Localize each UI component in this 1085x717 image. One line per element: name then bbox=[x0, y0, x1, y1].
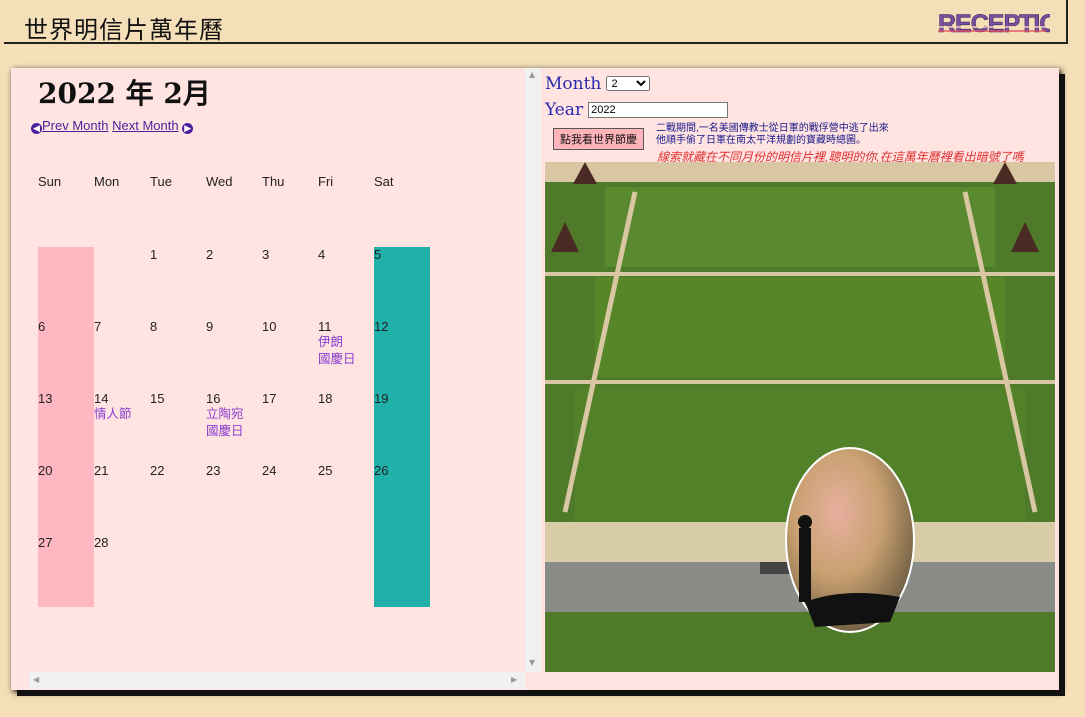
arrow-right-icon[interactable]: ▶ bbox=[182, 123, 194, 134]
day-number: 25 bbox=[318, 463, 333, 478]
calendar-day[interactable]: 22 bbox=[150, 463, 206, 535]
scroll-left-icon[interactable]: ◀ bbox=[33, 675, 39, 684]
calendar-day[interactable]: 9 bbox=[206, 319, 262, 391]
weekday-header: Wed bbox=[206, 174, 233, 189]
calendar-day[interactable]: 23 bbox=[206, 463, 262, 535]
day-number: 28 bbox=[94, 535, 109, 550]
svg-text:RECEPTION: RECEPTION bbox=[938, 10, 1050, 38]
day-number: 8 bbox=[150, 319, 158, 334]
weekday-header: Tue bbox=[150, 174, 172, 189]
calendar-day[interactable]: 1 bbox=[150, 247, 206, 319]
month-label: Month bbox=[545, 74, 602, 94]
calendar-day[interactable]: 7 bbox=[94, 319, 150, 391]
reception-logo: RECEPTION bbox=[938, 10, 1050, 39]
calendar-day[interactable]: 20 bbox=[38, 463, 94, 535]
year-input[interactable] bbox=[588, 102, 729, 118]
day-number: 23 bbox=[206, 463, 221, 478]
calendar-day[interactable]: 16 立陶宛 國慶日 bbox=[206, 391, 262, 463]
day-number: 2 bbox=[206, 247, 214, 262]
month-row: Month 2 bbox=[545, 74, 651, 94]
calendar-day[interactable]: 8 bbox=[150, 319, 206, 391]
postcard-pane: Month 2 Year 點我看世界節慶 二戰期間,一名美國傳教士從日軍的戰俘營… bbox=[541, 68, 1059, 690]
calendar-day[interactable]: 26 bbox=[374, 463, 430, 535]
weekday-header: Sat bbox=[374, 174, 394, 189]
weekday-header: Thu bbox=[262, 174, 285, 189]
day-number: 20 bbox=[38, 463, 53, 478]
scroll-right-icon[interactable]: ▶ bbox=[511, 675, 517, 684]
year-row: Year bbox=[545, 100, 729, 120]
horizontal-scrollbar[interactable]: ◀ ▶ bbox=[29, 672, 525, 689]
page-header: 世界明信片萬年曆 RECEPTION bbox=[4, 0, 1068, 44]
calendar-day[interactable]: 13 bbox=[38, 391, 94, 463]
month-title: 2022 年 2月 bbox=[38, 77, 211, 110]
day-number: 9 bbox=[206, 319, 214, 334]
holiday-label[interactable]: 國慶日 bbox=[318, 351, 374, 368]
day-number: 14 bbox=[94, 391, 109, 406]
holiday-label[interactable]: 國慶日 bbox=[206, 423, 262, 440]
calendar-day[interactable]: 5 bbox=[374, 247, 430, 319]
calendar-day[interactable]: 14 情人節 bbox=[94, 391, 150, 463]
day-number: 5 bbox=[374, 247, 382, 262]
day-number: 10 bbox=[262, 319, 277, 334]
calendar-day[interactable]: 4 bbox=[318, 247, 374, 319]
day-number: 27 bbox=[38, 535, 53, 550]
prev-month-link[interactable]: Prev Month bbox=[42, 118, 108, 133]
day-number: 7 bbox=[94, 319, 102, 334]
holiday-label[interactable]: 立陶宛 bbox=[206, 406, 262, 423]
calendar-day[interactable]: 3 bbox=[262, 247, 318, 319]
month-select[interactable]: 2 bbox=[606, 76, 651, 91]
day-number: 16 bbox=[206, 391, 221, 406]
calendar-day[interactable]: 17 bbox=[262, 391, 318, 463]
year-label: Year bbox=[545, 100, 584, 120]
story-line-1: 二戰期間,一名美國傳教士從日軍的戰俘營中逃了出來 bbox=[656, 123, 889, 134]
weekday-header: Mon bbox=[94, 174, 120, 189]
main-panel: 2022 年 2月 ◀ Prev Month Next Month ▶ Sun Mo… bbox=[11, 68, 1059, 690]
day-number: 12 bbox=[374, 319, 389, 334]
calendar-day[interactable]: 2 bbox=[206, 247, 262, 319]
weekday-header: Sun bbox=[38, 174, 62, 189]
calendar-day[interactable]: 10 bbox=[262, 319, 318, 391]
day-number: 15 bbox=[150, 391, 165, 406]
day-number: 4 bbox=[318, 247, 326, 262]
story-text: 二戰期間,一名美國傳教士從日軍的戰俘營中逃了出來 他順手偷了日軍在南太平洋規劃的… bbox=[656, 123, 889, 147]
scroll-up-icon[interactable]: ▲ bbox=[529, 70, 535, 79]
calendar-day[interactable]: 6 bbox=[38, 319, 94, 391]
weekday-header: Fri bbox=[318, 174, 334, 189]
calendar-pane: 2022 年 2月 ◀ Prev Month Next Month ▶ Sun Mo… bbox=[11, 68, 541, 690]
holiday-label[interactable]: 伊朗 bbox=[318, 334, 374, 351]
show-holidays-button[interactable]: 點我看世界節慶 bbox=[553, 128, 644, 150]
day-number: 13 bbox=[38, 391, 53, 406]
calendar-day[interactable]: 11 伊朗 國慶日 bbox=[318, 319, 374, 391]
postcard-image bbox=[545, 162, 1055, 672]
story-line-2: 他順手偷了日軍在南太平洋規劃的寶藏時總圖。 bbox=[656, 135, 866, 146]
calendar-day[interactable]: 15 bbox=[150, 391, 206, 463]
day-number: 18 bbox=[318, 391, 333, 406]
calendar-day[interactable]: 21 bbox=[94, 463, 150, 535]
calendar-day[interactable]: 18 bbox=[318, 391, 374, 463]
calendar-day[interactable]: 19 bbox=[374, 391, 430, 463]
arrow-left-icon[interactable]: ◀ bbox=[31, 123, 42, 134]
day-number: 26 bbox=[374, 463, 389, 478]
day-number: 11 bbox=[318, 319, 332, 334]
calendar-day[interactable]: 27 bbox=[38, 535, 94, 607]
holiday-label[interactable]: 情人節 bbox=[94, 406, 150, 423]
calendar-day[interactable]: 24 bbox=[262, 463, 318, 535]
day-number: 6 bbox=[38, 319, 46, 334]
next-month-link[interactable]: Next Month bbox=[112, 118, 178, 133]
scroll-down-icon[interactable]: ▼ bbox=[529, 658, 535, 667]
day-number: 17 bbox=[262, 391, 277, 406]
calendar-day[interactable]: 12 bbox=[374, 319, 430, 391]
month-nav: ◀ Prev Month Next Month ▶ bbox=[31, 118, 194, 134]
day-number: 24 bbox=[262, 463, 277, 478]
calendar-day[interactable]: 28 bbox=[94, 535, 150, 607]
day-number: 1 bbox=[150, 247, 158, 262]
site-title: 世界明信片萬年曆 bbox=[24, 16, 224, 44]
day-number: 21 bbox=[94, 463, 109, 478]
day-number: 19 bbox=[374, 391, 389, 406]
day-number: 3 bbox=[262, 247, 270, 262]
vertical-scrollbar[interactable]: ▲ ▼ bbox=[525, 68, 541, 672]
calendar-day[interactable]: 25 bbox=[318, 463, 374, 535]
day-number: 22 bbox=[150, 463, 165, 478]
